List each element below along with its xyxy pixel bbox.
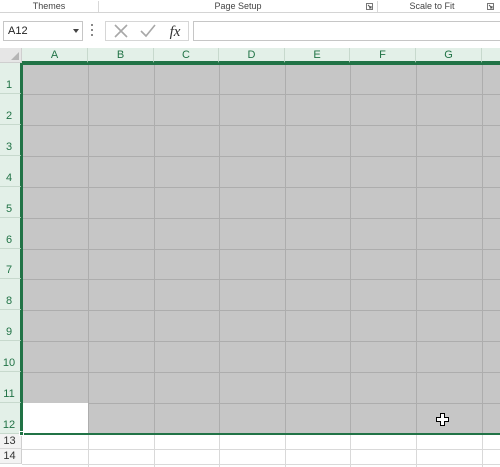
ribbon-group-label: Scale to Fit: [409, 1, 455, 11]
formula-bar: A12 fx: [0, 13, 500, 48]
row-header-label: 12: [2, 419, 16, 431]
dialog-launcher-icon[interactable]: [487, 3, 494, 10]
select-all-triangle-icon: [11, 52, 19, 60]
function-icon[interactable]: fx: [162, 22, 188, 40]
selection-border: [21, 63, 500, 435]
column-header-a[interactable]: A: [22, 48, 88, 63]
select-all-button[interactable]: [0, 48, 22, 63]
x-icon[interactable]: [108, 22, 134, 40]
gridline: [22, 464, 500, 465]
column-header-g[interactable]: G: [416, 48, 482, 63]
ribbon-group-scale-to-fit: Scale to Fit: [378, 0, 500, 13]
dialog-launcher-icon[interactable]: [366, 3, 373, 10]
gridline: [219, 435, 220, 467]
row-header-9[interactable]: 9: [0, 310, 22, 341]
column-header-label: F: [379, 49, 386, 61]
row-header-label: 2: [5, 110, 13, 122]
row-header-label: 6: [5, 234, 13, 246]
column-header-c[interactable]: C: [154, 48, 219, 63]
row-header-13[interactable]: 13: [0, 434, 22, 449]
column-header-label: D: [247, 49, 256, 61]
gridline: [22, 449, 500, 450]
gridline: [154, 435, 155, 467]
row-header-label: 1: [5, 79, 13, 91]
row-header-5[interactable]: 5: [0, 187, 22, 218]
ribbon-group-themes: Themes: [0, 0, 98, 13]
gridline: [88, 435, 89, 467]
ribbon-group-label: Themes: [32, 1, 66, 11]
row-header-label: 4: [5, 172, 13, 184]
row-header-10[interactable]: 10: [0, 341, 22, 372]
row-header-12[interactable]: 12: [0, 403, 22, 434]
row-header-label: 14: [3, 450, 16, 462]
column-header-label: B: [116, 49, 125, 61]
row-header-label: 8: [5, 295, 13, 307]
check-icon[interactable]: [135, 22, 161, 40]
gridline: [350, 435, 351, 467]
row-header-3[interactable]: 3: [0, 125, 22, 156]
row-header-label: 3: [5, 141, 13, 153]
gridline: [285, 435, 286, 467]
row-header-7[interactable]: 7: [0, 249, 22, 279]
column-header-h[interactable]: [482, 48, 500, 63]
ribbon-group-label: Page Setup: [214, 1, 262, 11]
mouse-cursor-cross-icon: [436, 413, 449, 426]
function-label: fx: [170, 24, 181, 40]
row-header-label: 7: [5, 264, 13, 276]
row-header-label: 9: [5, 326, 13, 338]
name-box-value: A12: [8, 25, 28, 37]
row-header-1[interactable]: 1: [0, 63, 22, 94]
row-header-2[interactable]: 2: [0, 94, 22, 125]
row-header-6[interactable]: 6: [0, 218, 22, 249]
row-header-label: 11: [3, 388, 15, 400]
gridline: [482, 435, 483, 467]
fill-handle[interactable]: [19, 431, 24, 436]
column-header-label: G: [444, 49, 453, 61]
column-header-label: A: [50, 49, 59, 61]
formula-bar-resize-handle[interactable]: [91, 24, 94, 38]
formula-input[interactable]: [193, 21, 500, 41]
column-header-label: C: [182, 49, 190, 61]
row-header-8[interactable]: 8: [0, 279, 22, 310]
column-header-label: E: [313, 49, 321, 61]
formula-bar-buttons: fx: [105, 21, 189, 41]
row-header-label: 10: [2, 357, 16, 369]
ribbon-group-labels: Themes Page Setup Scale to Fit: [0, 0, 500, 13]
row-header-14[interactable]: 14: [0, 449, 22, 464]
column-header-b[interactable]: B: [88, 48, 154, 63]
name-box[interactable]: A12: [3, 21, 83, 41]
row-header-label: 13: [3, 435, 16, 447]
excel-window: Themes Page Setup Scale to Fit A12 fx A …: [0, 0, 500, 467]
row-header-11[interactable]: 11: [0, 372, 22, 403]
column-header-f[interactable]: F: [350, 48, 416, 63]
row-header-4[interactable]: 4: [0, 156, 22, 187]
column-header-d[interactable]: D: [219, 48, 285, 63]
ribbon-group-page-setup: Page Setup: [99, 0, 377, 13]
worksheet-grid[interactable]: A B C D E F G 1 2 3 4 5 6 7 8 9 10 11 12…: [0, 48, 500, 467]
chevron-down-icon[interactable]: [73, 29, 79, 33]
gridline: [416, 435, 417, 467]
row-header-label: 5: [5, 203, 13, 215]
column-header-e[interactable]: E: [285, 48, 350, 63]
